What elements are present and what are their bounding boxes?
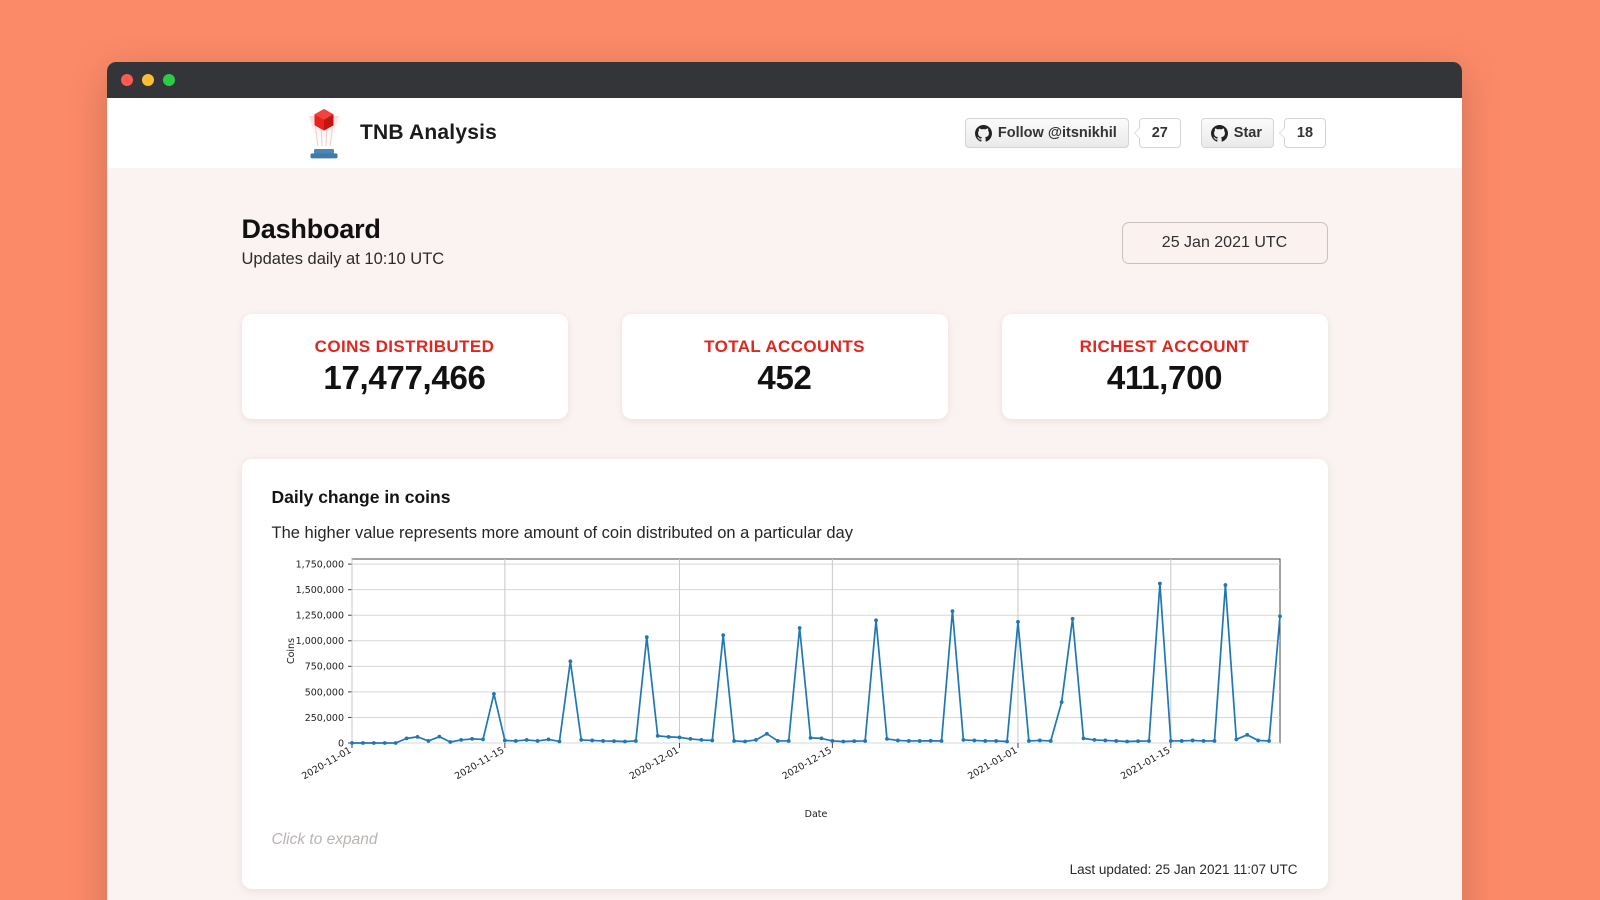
- chart-card-description: The higher value represents more amount …: [271, 524, 854, 542]
- github-follow-label: Follow @itsnikhil: [997, 125, 1117, 141]
- stat-value: 411,700: [1106, 358, 1223, 396]
- github-star-button[interactable]: Star: [1200, 118, 1274, 148]
- svg-text:250,000: 250,000: [304, 713, 343, 724]
- window-titlebar: [107, 62, 1462, 98]
- stat-label: Total accounts: [704, 336, 865, 356]
- github-star-label: Star: [1233, 125, 1262, 141]
- svg-text:Date: Date: [804, 809, 827, 820]
- top-navigation-bar: TNB Analysis Follow @itsnikhil 27 Star 1…: [107, 98, 1462, 168]
- zoom-window-button[interactable]: [163, 74, 175, 86]
- brand[interactable]: TNB Analysis: [302, 106, 497, 160]
- github-star-count[interactable]: 18: [1279, 118, 1326, 148]
- chart-expand-hint[interactable]: Click to expand: [272, 831, 378, 849]
- github-follow-button[interactable]: Follow @itsnikhil: [964, 118, 1129, 148]
- svg-text:2020-11-01: 2020-11-01: [300, 745, 353, 782]
- chart-card-title: Daily change in coins: [271, 487, 451, 507]
- svg-text:1,000,000: 1,000,000: [295, 636, 343, 647]
- tnb-gem-logo-icon: [309, 109, 339, 159]
- stat-card-richest-account: Richest account 411,700: [1001, 314, 1328, 419]
- svg-text:1,250,000: 1,250,000: [295, 611, 343, 622]
- stat-label: Coins distributed: [314, 336, 495, 356]
- page-title: Dashboard: [241, 214, 381, 244]
- stat-value: 17,477,466: [323, 358, 486, 396]
- stat-card-coins-distributed: Coins distributed 17,477,466: [241, 314, 568, 419]
- date-selector-chip[interactable]: 25 Jan 2021 UTC: [1121, 222, 1328, 264]
- desktop-background: TNB Analysis Follow @itsnikhil 27 Star 1…: [0, 0, 1600, 900]
- github-buttons-group: Follow @itsnikhil 27 Star 18: [964, 118, 1438, 148]
- svg-text:1,750,000: 1,750,000: [295, 560, 343, 571]
- github-star-widget: Star 18: [1200, 118, 1326, 148]
- svg-text:2021-01-01: 2021-01-01: [966, 745, 1019, 782]
- svg-text:2020-11-15: 2020-11-15: [453, 745, 506, 782]
- chart-plot-area[interactable]: 0 250,000 500,000 750,000 1,000,000 1,250,000…: [272, 551, 1298, 821]
- page-content: Dashboard Updates daily at 10:10 UTC 25 …: [107, 168, 1462, 900]
- page-header: Dashboard Updates daily at 10:10 UTC 25 …: [242, 214, 1328, 269]
- brand-name: TNB Analysis: [360, 121, 497, 144]
- svg-text:2020-12-01: 2020-12-01: [627, 745, 680, 782]
- browser-window: TNB Analysis Follow @itsnikhil 27 Star 1…: [107, 62, 1462, 900]
- close-window-button[interactable]: [121, 74, 133, 86]
- page-header-text: Dashboard Updates daily at 10:10 UTC: [242, 214, 445, 269]
- svg-text:500,000: 500,000: [304, 687, 343, 698]
- svg-text:Coins: Coins: [286, 638, 297, 664]
- stat-cards-row: Coins distributed 17,477,466 Total accou…: [241, 314, 1328, 419]
- github-follow-count[interactable]: 27: [1133, 118, 1181, 148]
- minimize-window-button[interactable]: [142, 74, 154, 86]
- svg-text:2020-12-15: 2020-12-15: [780, 745, 833, 782]
- stat-label: Richest account: [1079, 336, 1250, 356]
- svg-text:750,000: 750,000: [304, 662, 343, 673]
- daily-change-chart-card[interactable]: Daily change in coins The higher value r…: [241, 459, 1328, 889]
- stat-card-total-accounts: Total accounts 452: [621, 314, 948, 419]
- svg-text:1,500,000: 1,500,000: [295, 585, 343, 596]
- stat-value: 452: [757, 358, 812, 396]
- chart-last-updated: Last updated: 25 Jan 2021 11:07 UTC: [1069, 862, 1298, 877]
- page-subtitle: Updates daily at 10:10 UTC: [241, 250, 445, 268]
- daily-change-line-chart[interactable]: 0250,000500,000750,0001,000,0001,250,000…: [272, 551, 1298, 821]
- github-follow-widget: Follow @itsnikhil 27: [964, 118, 1181, 148]
- github-mark-icon: [974, 124, 992, 142]
- svg-text:2021-01-15: 2021-01-15: [1119, 745, 1172, 782]
- github-mark-icon: [1210, 124, 1228, 142]
